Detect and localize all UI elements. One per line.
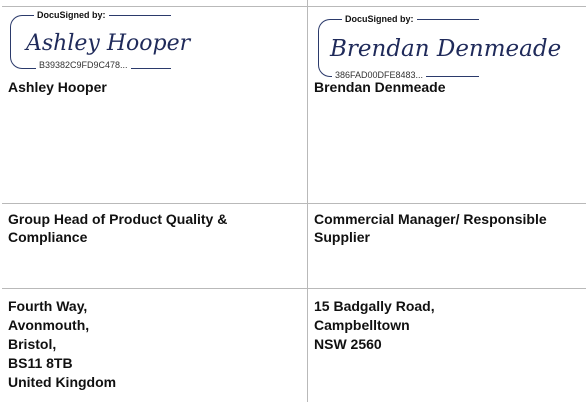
- address-left: Fourth Way, Avonmouth, Bristol, BS11 8TB…: [8, 298, 117, 390]
- docusign-block-brendan: DocuSigned by: Brendan Denmeade 386FAD00…: [318, 12, 582, 80]
- docusign-id: B39382C9FD9C478...: [36, 60, 131, 70]
- handwritten-signature-brendan: Brendan Denmeade: [329, 36, 561, 62]
- docusign-block-ashley: DocuSigned by: Ashley Hooper B39382C9FD9…: [10, 8, 300, 70]
- signer-title-right: Commercial Manager/ Responsible Supplier: [314, 211, 547, 245]
- address-right: 15 Badgally Road, Campbelltown NSW 2560: [314, 298, 435, 352]
- signer-name-left: Ashley Hooper: [8, 79, 107, 95]
- row-divider-address: [2, 288, 586, 289]
- signer-name-right: Brendan Denmeade: [314, 79, 446, 95]
- docusign-header: DocuSigned by:: [342, 14, 417, 24]
- signature-script-ashley: Ashley Hooper: [24, 31, 192, 56]
- row-divider-title: [2, 203, 586, 204]
- signature-script-brendan: Brendan Denmeade: [329, 36, 561, 62]
- handwritten-signature-ashley: Ashley Hooper: [24, 31, 192, 56]
- signature-table: DocuSigned by: Ashley Hooper B39382C9FD9…: [2, 0, 586, 402]
- signer-title-left: Group Head of Product Quality & Complian…: [8, 211, 228, 245]
- docusign-header: DocuSigned by:: [34, 10, 109, 20]
- row-divider-top: [2, 6, 586, 7]
- column-divider: [307, 0, 308, 402]
